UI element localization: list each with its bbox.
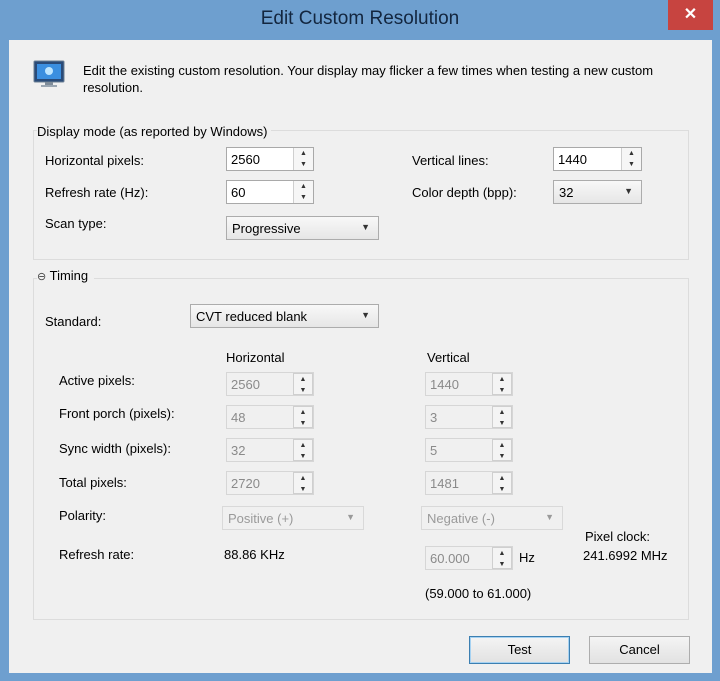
polarity-label: Polarity:	[59, 508, 106, 523]
pixel-clock-value: 241.6992 MHz	[583, 548, 668, 563]
collapse-icon[interactable]: ⊖	[37, 271, 46, 283]
window-title: Edit Custom Resolution	[260, 8, 460, 29]
vertical-refresh-stepper[interactable]: 60.000 ▲ ▼	[425, 546, 513, 570]
close-icon: ✕	[683, 6, 698, 23]
color-depth-value: 32	[559, 185, 574, 200]
description-text: Edit the existing custom resolution. You…	[83, 63, 654, 95]
spin-arrows-icon[interactable]: ▲ ▼	[492, 472, 512, 494]
chevron-down-icon: ▼	[545, 512, 554, 522]
front-porch-vertical-value: 3	[430, 410, 438, 425]
standard-label: Standard:	[45, 314, 102, 329]
column-header-vertical: Vertical	[427, 350, 470, 365]
spin-arrows-icon[interactable]: ▲ ▼	[492, 373, 512, 395]
sync-width-horizontal-stepper[interactable]: 32 ▲ ▼	[226, 438, 314, 462]
dialog-body: Edit the existing custom resolution. You…	[9, 40, 712, 673]
spin-arrows-icon[interactable]: ▲ ▼	[293, 472, 313, 494]
active-pixels-label: Active pixels:	[59, 373, 135, 388]
refresh-rate-value: 60	[231, 185, 246, 200]
horizontal-pixels-label: Horizontal pixels:	[45, 153, 144, 168]
refresh-range: (59.000 to 61.000)	[425, 586, 532, 601]
sync-width-horizontal-value: 32	[231, 443, 246, 458]
vertical-lines-stepper[interactable]: 1440 ▲ ▼	[553, 147, 642, 171]
column-header-horizontal: Horizontal	[226, 350, 285, 365]
chevron-down-icon: ▼	[361, 222, 370, 232]
spin-arrows-icon[interactable]: ▲ ▼	[293, 148, 313, 170]
polarity-horizontal-value: Positive (+)	[228, 511, 294, 526]
active-pixels-horizontal-value: 2560	[231, 377, 260, 392]
scan-type-select[interactable]: Progressive ▼	[226, 216, 379, 240]
spin-arrows-icon[interactable]: ▲ ▼	[293, 181, 313, 203]
horizontal-refresh-value: 88.86 KHz	[224, 547, 285, 562]
cancel-button[interactable]: Cancel	[589, 636, 690, 664]
polarity-vertical-value: Negative (-)	[427, 511, 495, 526]
display-mode-heading: Display mode (as reported by Windows)	[37, 124, 272, 139]
refresh-rate-timing-label: Refresh rate:	[59, 547, 135, 562]
spin-arrows-icon[interactable]: ▲ ▼	[492, 439, 512, 461]
total-pixels-horizontal-value: 2720	[231, 476, 260, 491]
chevron-down-icon: ▼	[361, 310, 370, 320]
front-porch-horizontal-stepper[interactable]: 48 ▲ ▼	[226, 405, 314, 429]
spin-arrows-icon[interactable]: ▲ ▼	[293, 439, 313, 461]
total-pixels-vertical-value: 1481	[430, 476, 459, 491]
refresh-rate-stepper[interactable]: 60 ▲ ▼	[226, 180, 314, 204]
standard-select[interactable]: CVT reduced blank ▼	[190, 304, 379, 328]
scan-type-label: Scan type:	[45, 216, 107, 231]
sync-width-label: Sync width (pixels):	[59, 441, 171, 456]
spin-arrows-icon[interactable]: ▲ ▼	[492, 547, 512, 569]
sync-width-vertical-stepper[interactable]: 5 ▲ ▼	[425, 438, 513, 462]
active-pixels-vertical-value: 1440	[430, 377, 459, 392]
front-porch-horizontal-value: 48	[231, 410, 246, 425]
active-pixels-horizontal-stepper[interactable]: 2560 ▲ ▼	[226, 372, 314, 396]
front-porch-vertical-stepper[interactable]: 3 ▲ ▼	[425, 405, 513, 429]
vertical-lines-value: 1440	[558, 152, 587, 167]
scan-type-value: Progressive	[232, 221, 301, 236]
pixel-clock-label: Pixel clock:	[585, 529, 651, 544]
spin-arrows-icon[interactable]: ▲ ▼	[621, 148, 641, 170]
total-pixels-vertical-stepper[interactable]: 1481 ▲ ▼	[425, 471, 513, 495]
total-pixels-label: Total pixels:	[59, 475, 127, 490]
color-depth-select[interactable]: 32 ▼	[553, 180, 642, 204]
total-pixels-horizontal-stepper[interactable]: 2720 ▲ ▼	[226, 471, 314, 495]
chevron-down-icon: ▼	[624, 186, 633, 196]
refresh-unit: Hz	[519, 550, 535, 565]
standard-value: CVT reduced blank	[196, 309, 308, 324]
front-porch-label: Front porch (pixels):	[59, 406, 175, 421]
spin-arrows-icon[interactable]: ▲ ▼	[293, 373, 313, 395]
active-pixels-vertical-stepper[interactable]: 1440 ▲ ▼	[425, 372, 513, 396]
test-button[interactable]: Test	[469, 636, 570, 664]
spin-arrows-icon[interactable]: ▲ ▼	[492, 406, 512, 428]
vertical-lines-label: Vertical lines:	[412, 153, 489, 168]
color-depth-label: Color depth (bpp):	[412, 185, 517, 200]
polarity-horizontal-select[interactable]: Positive (+) ▼	[222, 506, 364, 530]
timing-heading-label: Timing	[49, 268, 89, 283]
spin-arrows-icon[interactable]: ▲ ▼	[293, 406, 313, 428]
horizontal-pixels-stepper[interactable]: 2560 ▲ ▼	[226, 147, 314, 171]
close-button[interactable]: ✕	[668, 0, 713, 30]
timing-heading[interactable]: ⊖ Timing	[37, 268, 95, 283]
sync-width-vertical-value: 5	[430, 443, 438, 458]
horizontal-pixels-value: 2560	[231, 152, 260, 167]
polarity-vertical-select[interactable]: Negative (-) ▼	[421, 506, 563, 530]
chevron-down-icon: ▼	[346, 512, 355, 522]
vertical-refresh-value: 60.000	[430, 551, 470, 566]
refresh-rate-label: Refresh rate (Hz):	[45, 185, 149, 200]
monitor-icon	[33, 60, 65, 87]
title-bar: Edit Custom Resolution ✕	[0, 0, 720, 40]
